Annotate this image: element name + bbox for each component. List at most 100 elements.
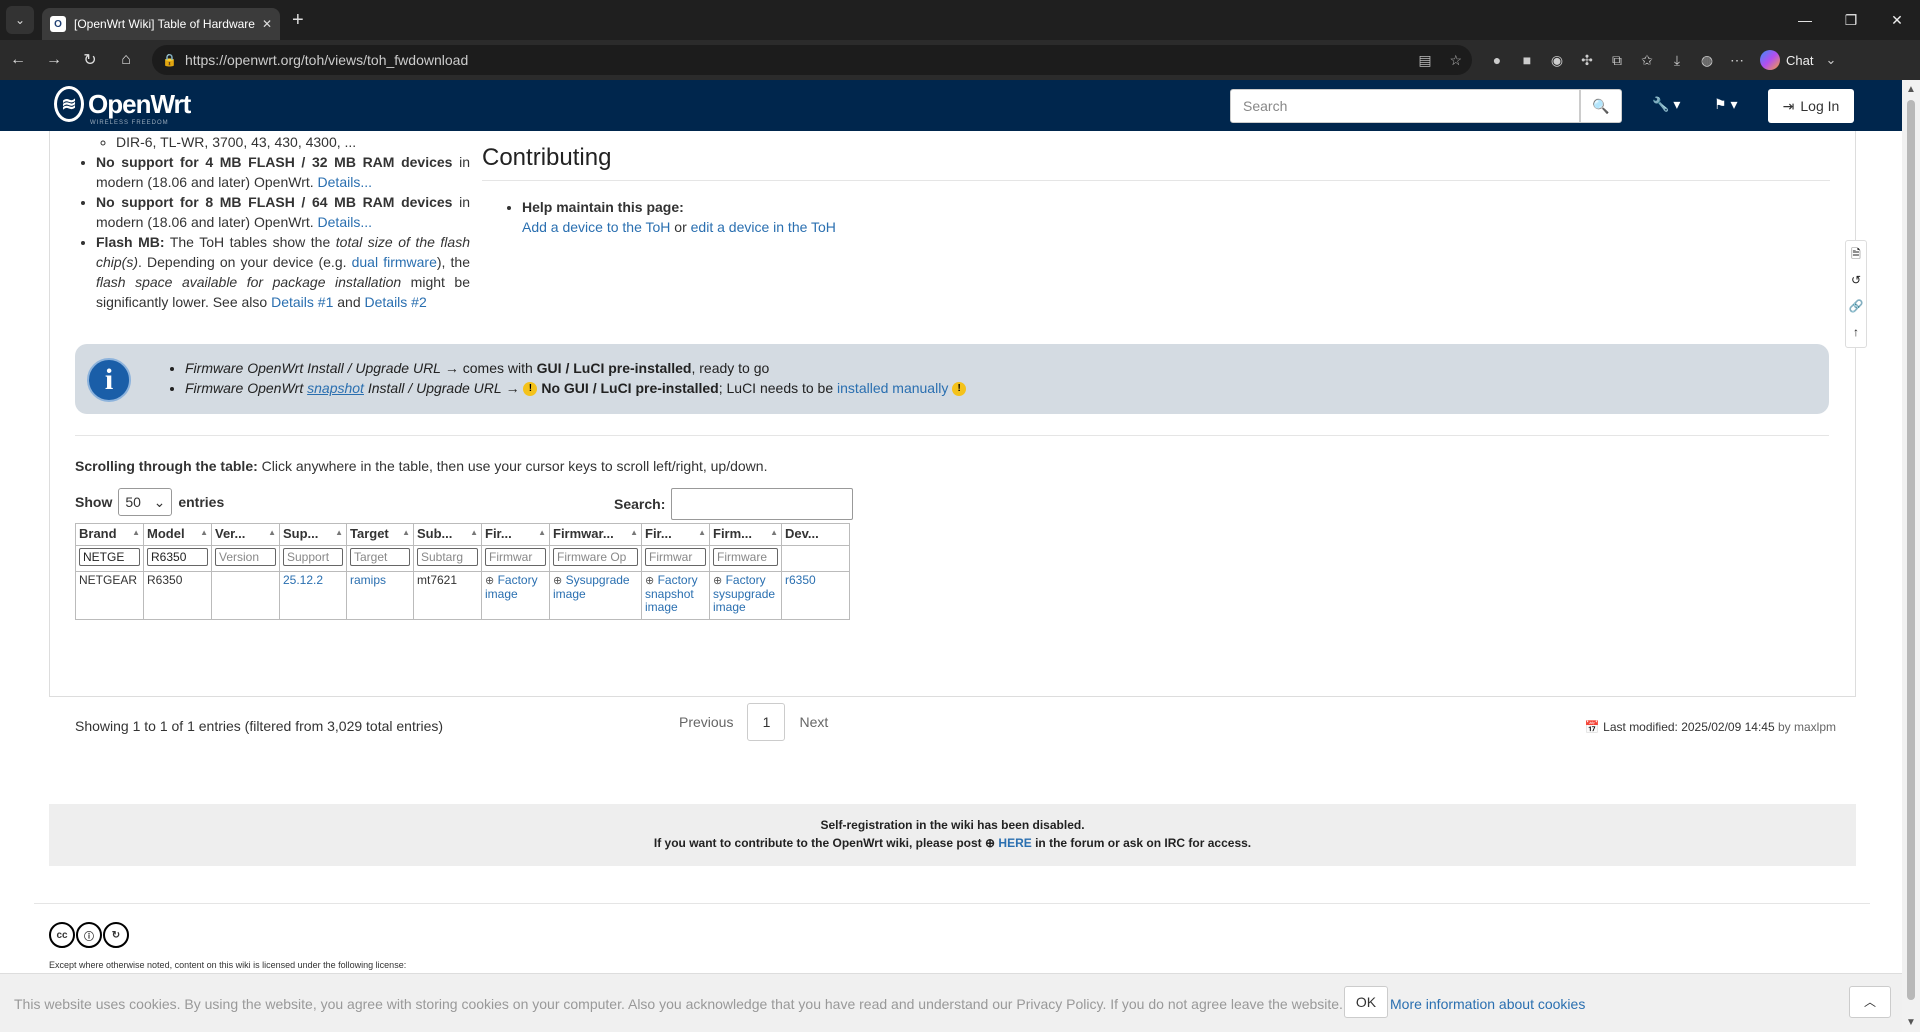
address-bar[interactable]: 🔒 https://openwrt.org/toh/views/toh_fwdo… (152, 45, 1472, 75)
target-link[interactable]: ramips (350, 573, 386, 587)
reader-mode-icon[interactable]: ▤ (1418, 52, 1431, 68)
column-header[interactable]: Firmwar... ▲ (549, 523, 642, 546)
reload-icon[interactable]: ↻ (72, 44, 108, 76)
profile-avatar-icon[interactable]: ◍ (1692, 45, 1722, 75)
filter-input[interactable]: R6350 (147, 548, 208, 566)
details-link[interactable]: Details... (318, 214, 372, 230)
close-window-icon[interactable]: ✕ (1874, 0, 1920, 40)
sysupgrade-snapshot-link[interactable]: Factory sysupgrade image (713, 573, 775, 614)
supported-release-link[interactable]: 25.12.2 (283, 573, 323, 587)
list-item: Flash MB: The ToH tables show the total … (96, 232, 470, 312)
installed-manually-link[interactable]: installed manually (837, 380, 948, 396)
minimize-icon[interactable]: — (1782, 0, 1828, 40)
more-menu-icon[interactable]: ⋯ (1722, 45, 1752, 75)
cookie-ok-button[interactable]: OK (1344, 986, 1388, 1018)
previous-button[interactable]: Previous (665, 703, 747, 741)
next-button[interactable]: Next (785, 703, 842, 741)
column-header[interactable]: Sup... ▲ (279, 523, 347, 546)
notes-column: DIR-6, TL-WR, 3700, 43, 430, 4300, ... N… (66, 132, 470, 312)
scroll-down-icon[interactable]: ▼ (1906, 1017, 1916, 1028)
login-button[interactable]: ⇥ Log In (1768, 89, 1854, 123)
details-1-link[interactable]: Details #1 (271, 294, 333, 310)
site-logo[interactable]: ≋ OpenWrt WIRELESS FREEDOM (54, 86, 191, 126)
page-viewport: ≋ OpenWrt WIRELESS FREEDOM Search 🔍 🔧 ▾ … (0, 80, 1902, 1032)
column-header[interactable]: Fir... ▲ (641, 523, 710, 546)
favorite-star-icon[interactable]: ☆ (1449, 52, 1462, 68)
creative-commons-badge[interactable]: cc ⓘ ↻ (49, 922, 130, 948)
column-header[interactable]: Firm... ▲ (709, 523, 782, 546)
column-header[interactable]: Model ▲ (143, 523, 212, 546)
filter-input[interactable]: Firmware (713, 548, 778, 566)
column-header[interactable]: Brand ▲ (75, 523, 144, 546)
favorites-icon[interactable]: ✩ (1632, 45, 1662, 75)
column-header[interactable]: Fir... ▲ (481, 523, 550, 546)
column-header[interactable]: Target ▲ (346, 523, 414, 546)
backlinks-icon[interactable]: 🔗 (1846, 293, 1866, 319)
restore-icon[interactable]: ❐ (1828, 0, 1874, 40)
divider (34, 903, 1870, 904)
last-modified: 📅 Last modified: 2025/02/09 14:45 by max… (1584, 720, 1836, 734)
downloads-icon[interactable]: ⤓ (1662, 45, 1692, 75)
globe-icon: ⊕ (645, 575, 655, 587)
details-link[interactable]: Details... (318, 174, 372, 190)
site-search-button[interactable]: 🔍 (1580, 89, 1622, 123)
new-tab-icon[interactable]: + (292, 9, 304, 32)
cookie-text: This website uses cookies. By using the … (14, 996, 1343, 1012)
copilot-icon (1760, 50, 1780, 70)
snapshot-link[interactable]: snapshot (307, 380, 364, 396)
filter-input[interactable]: Firmware Op (553, 548, 638, 566)
scrollbar-thumb[interactable] (1907, 100, 1915, 1000)
column-header[interactable]: Ver... ▲ (211, 523, 280, 546)
chevron-down-icon[interactable]: ⌄ (1825, 52, 1836, 68)
scroll-top-button[interactable]: ︿ (1849, 986, 1891, 1018)
page-length-select[interactable]: 50 ⌄ (118, 488, 173, 516)
filter-input[interactable]: Subtarg (417, 548, 478, 566)
url-text: https://openwrt.org/toh/views/toh_fwdown… (184, 52, 469, 68)
old-revisions-icon[interactable]: ↺ (1846, 267, 1866, 293)
back-icon[interactable]: ← (0, 44, 36, 76)
forum-here-link[interactable]: HERE (998, 836, 1031, 850)
current-page-button[interactable]: 1 (747, 703, 786, 741)
sysupgrade-image-link[interactable]: Sysupgrade image (553, 573, 630, 601)
show-source-icon[interactable]: 🗎 (1846, 241, 1866, 267)
table-row: NETGEAR R6350 25.12.2 ramips mt7621 ⊕ Fa… (75, 571, 850, 620)
dual-firmware-link[interactable]: dual firmware (352, 254, 437, 270)
login-icon: ⇥ (1782, 97, 1795, 114)
extensions-puzzle-icon[interactable]: ✣ (1572, 45, 1602, 75)
site-search-input[interactable]: Search (1230, 89, 1580, 123)
back-to-top-icon[interactable]: ↑ (1846, 319, 1866, 345)
flag-icon[interactable]: ⚑ ▾ (1714, 96, 1737, 113)
filter-input[interactable]: Support (283, 548, 343, 566)
extension-icon[interactable]: ■ (1512, 45, 1542, 75)
add-device-link[interactable]: Add a device to the ToH (522, 219, 670, 235)
column-header[interactable]: Sub... ▲ (413, 523, 482, 546)
details-2-link[interactable]: Details #2 (365, 294, 427, 310)
model-cell: R6350 (143, 571, 212, 620)
column-header[interactable]: Dev... (781, 523, 850, 546)
forward-icon[interactable]: → (36, 44, 72, 76)
filter-input[interactable]: NETGE (79, 548, 140, 566)
pagination: Previous 1 Next (665, 703, 842, 741)
extension-icon[interactable]: ● (1482, 45, 1512, 75)
page-scrollbar[interactable]: ▲ ▼ (1902, 80, 1920, 1032)
lock-icon[interactable]: 🔒 (162, 53, 177, 67)
tab-close-icon[interactable]: ✕ (262, 17, 272, 31)
tab-list-chevron-icon[interactable]: ⌄ (6, 6, 34, 34)
filter-input[interactable]: Target (350, 548, 410, 566)
table-search-input[interactable] (671, 488, 854, 520)
filter-input[interactable]: Firmwar (645, 548, 706, 566)
split-screen-icon[interactable]: ⧉ (1602, 45, 1632, 75)
browser-tab[interactable]: O [OpenWrt Wiki] Table of Hardware ✕ (42, 8, 280, 40)
scroll-up-icon[interactable]: ▲ (1906, 84, 1916, 95)
cookie-info-link[interactable]: More information about cookies (1390, 996, 1585, 1012)
filter-input[interactable]: Version (215, 548, 276, 566)
extension-icon[interactable]: ◉ (1542, 45, 1572, 75)
device-page-link[interactable]: r6350 (785, 573, 816, 587)
home-icon[interactable]: ⌂ (108, 44, 144, 76)
tools-wrench-icon[interactable]: 🔧 ▾ (1652, 96, 1680, 113)
openwrt-favicon-icon: O (50, 16, 66, 32)
copilot-chat-button[interactable]: Chat ⌄ (1760, 50, 1836, 70)
filter-input[interactable]: Firmwar (485, 548, 546, 566)
edit-device-link[interactable]: edit a device in the ToH (691, 219, 836, 235)
globe-icon: ⊕ (553, 575, 563, 587)
